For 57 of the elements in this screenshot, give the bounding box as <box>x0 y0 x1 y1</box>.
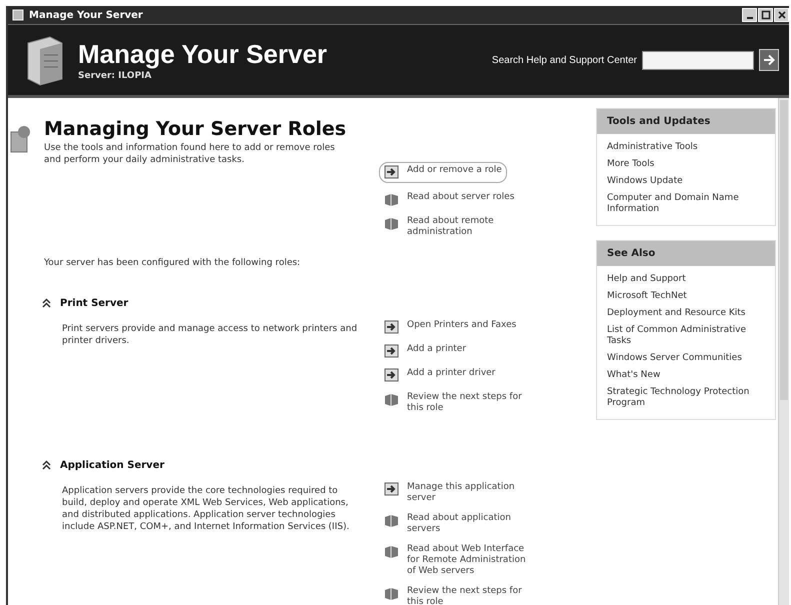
role-name: Print Server <box>60 298 128 309</box>
sidebar-link[interactable]: Help and Support <box>607 274 765 285</box>
page-heading: Managing Your Server Roles <box>44 118 346 140</box>
configured-roles-text: Your server has been configured with the following roles: <box>44 258 302 268</box>
search-label: Search Help and Support Center <box>492 54 637 66</box>
collapse-button[interactable] <box>42 298 52 309</box>
book-icon <box>384 216 399 231</box>
scrollbar[interactable] <box>778 98 789 605</box>
role-description: Application servers provide the core technologies required to build, deploy and operate XML Web Services, Web applications, and distributed applications. Application server technologies include ASP.NET, COM+, and Internet Information Services (IIS). <box>62 485 350 533</box>
search-field[interactable] <box>642 50 754 70</box>
page-description: Use the tools and information found here to add or remove roles and perform your daily administrative tasks. <box>44 142 336 166</box>
window-title: Manage Your Server <box>29 10 144 20</box>
sidebar-link[interactable]: Administrative Tools <box>607 142 765 153</box>
sidebar-link[interactable]: Windows Server Communities <box>607 353 765 364</box>
maximize-button[interactable] <box>758 8 773 22</box>
sidebar-link[interactable]: Windows Update <box>607 176 765 187</box>
book-icon <box>384 586 399 601</box>
action-link[interactable]: Review the next steps for this role <box>384 586 556 605</box>
panel-header: Tools and Updates <box>597 109 775 134</box>
action-link[interactable]: Add or remove a role <box>379 162 507 183</box>
maximize-icon <box>760 9 772 21</box>
role-description: Print servers provide and manage access to network printers and printer drivers. <box>62 323 358 347</box>
action-link[interactable]: Add a printer driver <box>384 368 556 383</box>
scrollbar-thumb[interactable] <box>780 100 788 400</box>
sidebar-link[interactable]: More Tools <box>607 159 765 170</box>
panel-header: See Also <box>597 241 775 266</box>
book-icon <box>384 544 399 559</box>
action-link[interactable]: Read about Web Interface for Remote Administration of Web servers <box>384 544 556 577</box>
collapse-button[interactable] <box>42 460 52 471</box>
arrow-icon <box>761 52 777 68</box>
action-link[interactable]: Read about remote administration <box>384 216 556 238</box>
role-name: Application Server <box>60 460 164 471</box>
chevron-up-icon <box>42 460 51 470</box>
minimize-icon <box>746 17 752 19</box>
sidebar-link[interactable]: List of Common Administrative Tasks <box>607 325 765 347</box>
close-button[interactable] <box>774 8 789 22</box>
action-link[interactable]: Manage this application server <box>384 482 556 504</box>
book-icon <box>384 192 399 207</box>
chevron-up-icon <box>42 298 51 308</box>
action-link[interactable]: Open Printers and Faxes <box>384 320 556 335</box>
sidebar-link[interactable]: Computer and Domain Name Information <box>607 193 765 215</box>
action-link[interactable]: Review the next steps for this role <box>384 392 556 414</box>
sidebar-link[interactable]: Strategic Technology Protection Program <box>607 387 765 409</box>
minimize-button[interactable] <box>742 8 757 22</box>
search-go-button[interactable] <box>759 49 779 71</box>
book-icon <box>384 392 399 407</box>
close-icon <box>776 9 788 21</box>
server-name: Server: ILOPIA <box>78 71 152 81</box>
sidebar-link[interactable]: Deployment and Resource Kits <box>607 308 765 319</box>
sidebar-link[interactable]: What's New <box>607 370 765 381</box>
app-title: Manage Your Server <box>78 39 328 69</box>
action-link[interactable]: Read about application servers <box>384 513 556 535</box>
sidebar-link[interactable]: Microsoft TechNet <box>607 291 765 302</box>
action-link[interactable]: Add a printer <box>384 344 556 359</box>
action-link[interactable]: Read about server roles <box>384 192 556 207</box>
window-icon <box>12 9 24 21</box>
book-icon <box>384 513 399 528</box>
